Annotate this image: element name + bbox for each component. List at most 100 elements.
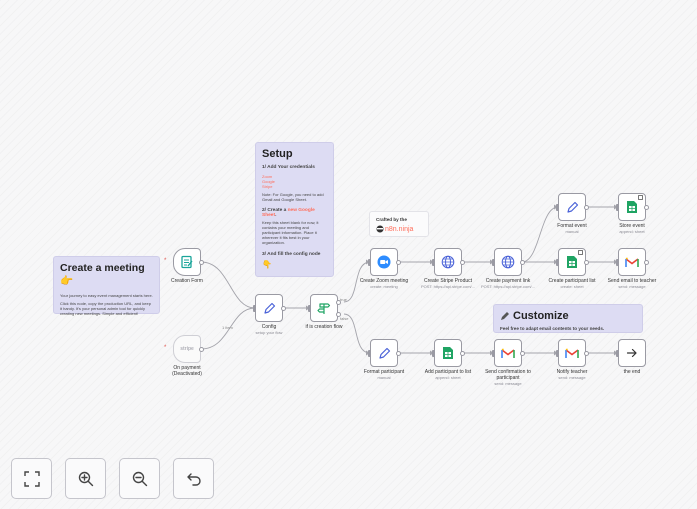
customize-text: Feel free to adapt email contents to you… xyxy=(500,326,605,331)
node-format-participant[interactable] xyxy=(368,339,401,367)
ninja-icon xyxy=(376,225,384,233)
node-send-confirmation[interactable] xyxy=(492,339,525,367)
output-port[interactable] xyxy=(584,351,589,356)
node-the-end[interactable] xyxy=(616,339,646,367)
pointing-down-emoji: 👇 xyxy=(262,260,272,269)
node-create-stripe-product[interactable] xyxy=(432,248,465,276)
node-label: the end xyxy=(623,369,641,375)
note-text: Click this node, copy the production URL… xyxy=(60,301,151,316)
input-port[interactable] xyxy=(556,259,559,266)
fit-view-icon xyxy=(23,470,40,487)
edge-label-false: false xyxy=(340,316,349,321)
gmail-icon xyxy=(625,256,639,267)
if-branch-icon xyxy=(317,303,331,314)
output-port-false[interactable] xyxy=(336,312,341,317)
output-port[interactable] xyxy=(199,260,204,265)
credential-stripe: Stripe xyxy=(262,184,273,189)
wire-form-config xyxy=(200,261,256,309)
pinned-data-icon xyxy=(638,195,643,200)
undo-button[interactable] xyxy=(173,458,214,499)
input-port[interactable] xyxy=(432,350,435,357)
node-label: On payment (Deactivated) xyxy=(172,365,202,377)
globe-icon xyxy=(501,255,515,269)
output-port[interactable] xyxy=(520,351,525,356)
input-port[interactable] xyxy=(253,305,256,312)
input-port[interactable] xyxy=(492,350,495,357)
output-port[interactable] xyxy=(460,260,465,265)
output-port[interactable] xyxy=(644,205,649,210)
output-port[interactable] xyxy=(584,260,589,265)
undo-icon xyxy=(186,472,201,486)
required-asterisk: * xyxy=(164,258,167,264)
node-create-zoom-meeting[interactable] xyxy=(368,248,401,276)
output-port[interactable] xyxy=(396,351,401,356)
zoom-out-icon xyxy=(132,471,147,486)
zoom-out-button[interactable] xyxy=(119,458,160,499)
setup-sheet-note: Keep this sheet blank for now, it contai… xyxy=(262,220,319,245)
arrow-right-icon xyxy=(626,348,637,358)
output-port[interactable] xyxy=(644,260,649,265)
edge-label-true: true xyxy=(340,297,347,302)
node-on-payment[interactable]: stripe xyxy=(173,335,204,363)
input-port[interactable] xyxy=(556,350,559,357)
setup-title: Setup xyxy=(262,148,293,160)
setup-google-note: Note: For Google, you need to add Gmail … xyxy=(262,192,324,202)
gmail-icon xyxy=(501,347,515,358)
zoom-in-icon xyxy=(78,471,93,486)
brand-name: n8n.ninja xyxy=(385,225,414,233)
sticky-note-setup[interactable]: Setup 1/ Add Your credentials Zoom Googl… xyxy=(255,142,334,277)
node-create-payment-link[interactable] xyxy=(492,248,525,276)
node-send-email-to-teacher[interactable] xyxy=(616,248,649,276)
input-port[interactable] xyxy=(616,204,619,211)
sticky-note-crafted-by[interactable]: Crafted by the n8n.ninja xyxy=(369,211,429,237)
zoom-icon xyxy=(377,255,391,269)
input-port[interactable] xyxy=(368,350,371,357)
zoom-in-button[interactable] xyxy=(65,458,106,499)
input-port[interactable] xyxy=(492,259,495,266)
node-config[interactable] xyxy=(253,294,286,322)
stripe-icon: stripe xyxy=(180,346,194,352)
customize-title: Customize xyxy=(513,310,569,322)
gmail-icon xyxy=(565,347,579,358)
crafted-title: Crafted by the xyxy=(376,217,407,222)
node-if-creation-flow[interactable] xyxy=(308,294,341,322)
input-port[interactable] xyxy=(616,350,619,357)
input-port[interactable] xyxy=(308,305,311,312)
output-port[interactable] xyxy=(584,205,589,210)
output-port[interactable] xyxy=(520,260,525,265)
output-port[interactable] xyxy=(460,351,465,356)
input-port[interactable] xyxy=(432,259,435,266)
input-port[interactable] xyxy=(368,259,371,266)
google-sheets-icon xyxy=(567,256,577,268)
output-port[interactable] xyxy=(281,306,286,311)
globe-icon xyxy=(441,255,455,269)
connection-wires xyxy=(200,204,618,356)
node-notify-teacher[interactable] xyxy=(556,339,589,367)
node-add-participant-to-list[interactable] xyxy=(432,339,465,367)
sticky-note-customize[interactable]: Customize Feel free to adapt email conte… xyxy=(493,304,643,333)
output-port[interactable] xyxy=(396,260,401,265)
node-label: Store event append: sheet xyxy=(619,223,645,234)
setup-step-1: 1/ Add Your credentials xyxy=(262,165,315,170)
google-sheets-icon xyxy=(443,347,453,359)
output-port[interactable] xyxy=(199,347,204,352)
pencil-icon xyxy=(263,302,275,314)
required-asterisk: * xyxy=(164,345,167,351)
node-store-event[interactable] xyxy=(616,193,649,221)
output-port-true[interactable] xyxy=(336,300,341,305)
fit-view-button[interactable] xyxy=(11,458,52,499)
google-sheets-icon xyxy=(627,201,637,213)
input-port[interactable] xyxy=(556,204,559,211)
node-creation-form[interactable] xyxy=(173,248,204,276)
input-port[interactable] xyxy=(616,259,619,266)
node-format-event[interactable] xyxy=(556,193,589,221)
node-label: Send email to teacher send: message xyxy=(607,278,657,289)
pencil-icon xyxy=(566,201,578,213)
setup-step-3: 3/ And fill the config node xyxy=(262,252,321,257)
node-create-participant-list[interactable] xyxy=(556,248,589,276)
pinned-data-icon xyxy=(578,250,583,255)
sticky-note-create-meeting[interactable]: Create a meeting 👉 Your journey to easy … xyxy=(53,256,160,316)
node-label: Creation Form xyxy=(171,278,203,284)
pencil-icon xyxy=(501,312,509,320)
node-label: if is creation flow xyxy=(305,324,343,330)
